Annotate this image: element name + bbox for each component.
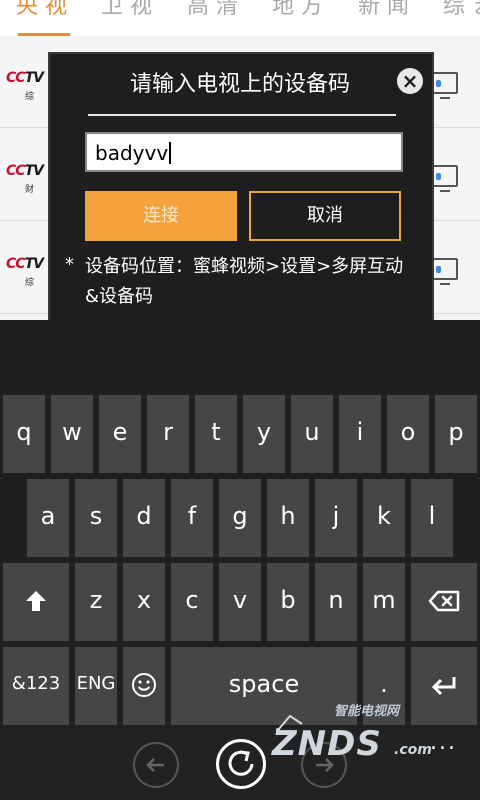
cctv-logo: CCTV 综	[6, 256, 44, 288]
key-e[interactable]: e	[99, 395, 141, 473]
watermark-domain: .com	[394, 742, 432, 758]
device-code-dialog: 请输入电视上的设备码 × badyvv 连接 取消 * 设备码位置：蜜蜂视频>设…	[48, 52, 434, 322]
dialog-title: 请输入电视上的设备码	[129, 72, 350, 97]
key-y[interactable]: y	[243, 395, 285, 473]
key-g[interactable]: g	[219, 479, 261, 557]
connect-button[interactable]: 连接	[85, 191, 237, 241]
backspace-icon	[428, 590, 460, 612]
tab-hd[interactable]: 高清	[187, 0, 245, 20]
key-v[interactable]: v	[219, 563, 261, 641]
shift-arrow-icon	[26, 591, 46, 611]
enter-icon	[431, 677, 456, 696]
tv-icon[interactable]	[432, 165, 458, 192]
watermark-cn: 智能电视网	[334, 704, 400, 719]
cctv-logo: CCTV 财	[6, 163, 44, 195]
key-x[interactable]: x	[123, 563, 165, 641]
back-arrow-icon	[146, 758, 164, 772]
tab-cctv[interactable]: 央视	[16, 0, 74, 20]
key-c[interactable]: c	[171, 563, 213, 641]
channel-sub-label: 综	[25, 278, 35, 288]
cctv-logo: CCTV 综	[6, 70, 44, 102]
key-j[interactable]: j	[315, 479, 357, 557]
key-p[interactable]: p	[435, 395, 477, 473]
screen: { "tabs": [ {"label": "央视"}, {"label": "…	[0, 0, 480, 800]
tab-variety[interactable]: 综艺	[443, 0, 480, 20]
key-z[interactable]: z	[75, 563, 117, 641]
backspace-key[interactable]	[411, 563, 477, 641]
smiley-icon	[132, 673, 156, 697]
onscreen-keyboard: q w e r t y u i o p a s d f g h j k l z …	[0, 320, 480, 728]
hint-bullet: *	[65, 254, 74, 275]
key-a[interactable]: a	[27, 479, 69, 557]
key-l[interactable]: l	[411, 479, 453, 557]
key-k[interactable]: k	[363, 479, 405, 557]
more-options-button[interactable]: ...	[430, 730, 457, 755]
tv-icon[interactable]	[432, 258, 458, 285]
key-s[interactable]: s	[75, 479, 117, 557]
key-n[interactable]: n	[315, 563, 357, 641]
tv-icon[interactable]	[432, 72, 458, 99]
tab-local[interactable]: 地方	[272, 0, 330, 20]
emoji-key[interactable]	[123, 647, 165, 725]
key-d[interactable]: d	[123, 479, 165, 557]
key-w[interactable]: w	[51, 395, 93, 473]
device-code-hint: 设备码位置：蜜蜂视频>设置>多屏互动&设备码	[85, 256, 404, 307]
key-b[interactable]: b	[267, 563, 309, 641]
channel-tabbar: 央视 卫视 高清 地方 新闻 综艺	[0, 0, 480, 36]
symbols-key[interactable]: &123	[3, 647, 69, 725]
key-i[interactable]: i	[339, 395, 381, 473]
refresh-icon	[228, 750, 254, 776]
shift-key[interactable]	[3, 563, 69, 641]
title-divider	[88, 114, 396, 116]
key-h[interactable]: h	[267, 479, 309, 557]
key-f[interactable]: f	[171, 479, 213, 557]
channel-sub-label: 财	[25, 185, 35, 195]
key-m[interactable]: m	[363, 563, 405, 641]
back-button[interactable]	[133, 742, 179, 788]
refresh-button[interactable]	[216, 739, 266, 789]
tab-satellite[interactable]: 卫视	[101, 0, 159, 20]
device-code-input[interactable]: badyvv	[85, 132, 403, 172]
key-q[interactable]: q	[3, 395, 45, 473]
key-t[interactable]: t	[195, 395, 237, 473]
watermark-logo: ZNDS	[272, 724, 382, 764]
cancel-button[interactable]: 取消	[249, 191, 401, 241]
channel-sub-label: 综	[25, 92, 35, 102]
tab-news[interactable]: 新闻	[358, 0, 416, 20]
text-caret	[169, 142, 172, 164]
key-u[interactable]: u	[291, 395, 333, 473]
close-icon[interactable]: ×	[397, 68, 423, 94]
key-o[interactable]: o	[387, 395, 429, 473]
key-r[interactable]: r	[147, 395, 189, 473]
language-key[interactable]: ENG	[75, 647, 117, 725]
cctv-logo-text: TV	[24, 70, 44, 86]
znds-watermark: 智能电视网 ZNDS .com	[268, 700, 440, 774]
device-code-value: badyvv	[95, 141, 169, 165]
